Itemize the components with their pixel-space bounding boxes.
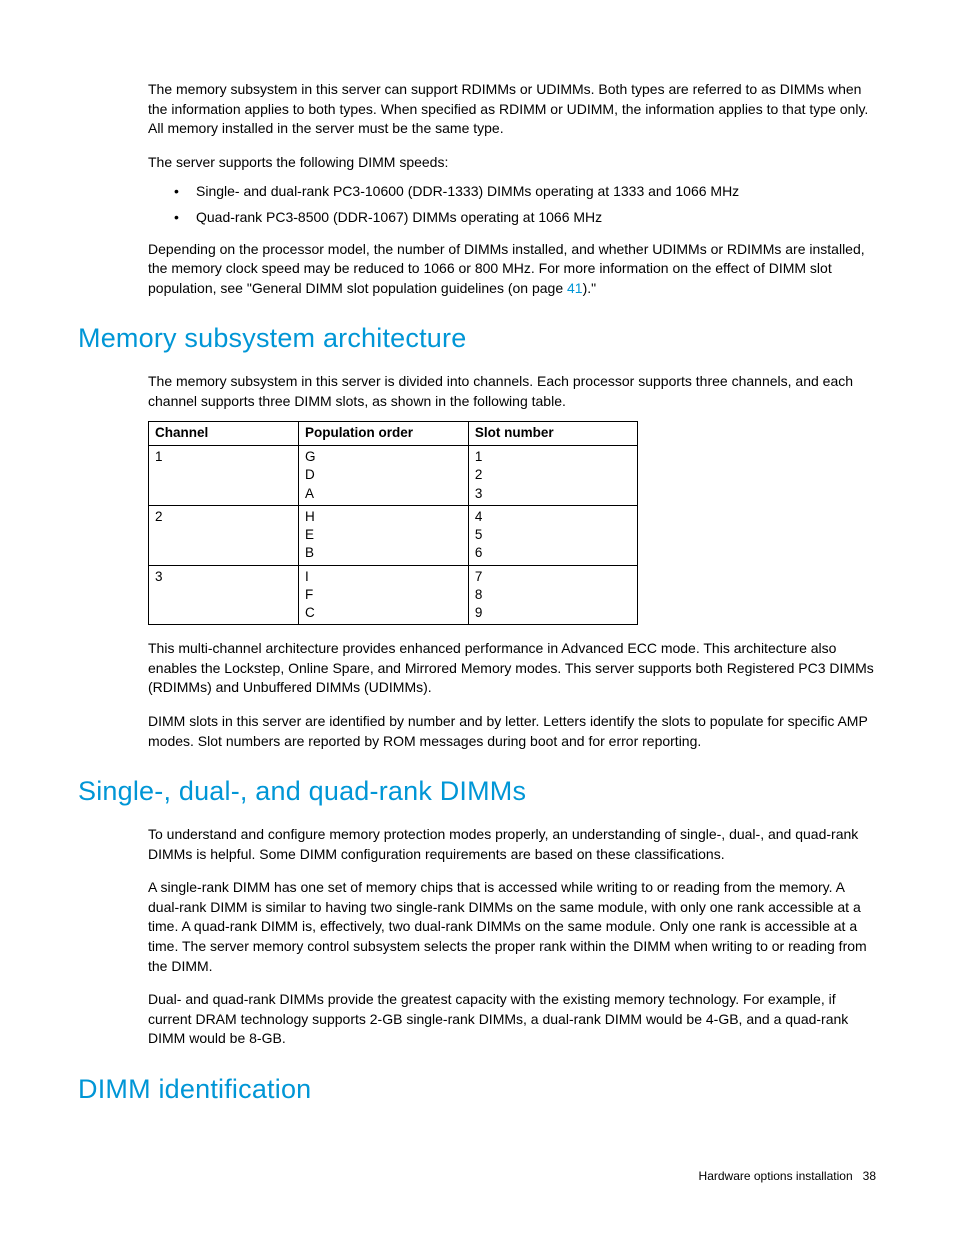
text-run: )." (583, 280, 597, 296)
heading-dimm-identification: DIMM identification (78, 1071, 876, 1109)
section1-paragraph-3: DIMM slots in this server are identified… (148, 712, 876, 751)
table-cell: HEB (298, 505, 468, 565)
heading-memory-subsystem-architecture: Memory subsystem architecture (78, 320, 876, 358)
table-cell: 123 (468, 446, 637, 506)
intro-paragraph-2: The server supports the following DIMM s… (148, 153, 876, 173)
section2-paragraph-2: A single-rank DIMM has one set of memory… (148, 878, 876, 976)
intro-paragraph-3: Depending on the processor model, the nu… (148, 240, 876, 299)
table-row: 3 IFC 789 (149, 565, 638, 625)
list-item: Single- and dual-rank PC3-10600 (DDR-133… (196, 182, 876, 202)
table-cell: GDA (298, 446, 468, 506)
heading-single-dual-quad-rank-dimms: Single-, dual-, and quad-rank DIMMs (78, 773, 876, 811)
table-cell: 1 (149, 446, 299, 506)
table-header: Population order (298, 422, 468, 446)
page-link[interactable]: 41 (567, 280, 583, 296)
section1-paragraph-1: The memory subsystem in this server is d… (148, 372, 876, 411)
table-header-row: Channel Population order Slot number (149, 422, 638, 446)
intro-paragraph-1: The memory subsystem in this server can … (148, 80, 876, 139)
table-cell: 3 (149, 565, 299, 625)
section2-paragraph-3: Dual- and quad-rank DIMMs provide the gr… (148, 990, 876, 1049)
footer-section: Hardware options installation (699, 1169, 853, 1183)
footer-page-number: 38 (863, 1169, 876, 1183)
table-cell: 789 (468, 565, 637, 625)
section2-paragraph-1: To understand and configure memory prote… (148, 825, 876, 864)
table-header: Channel (149, 422, 299, 446)
channel-population-table: Channel Population order Slot number 1 G… (148, 421, 638, 625)
table-header: Slot number (468, 422, 637, 446)
list-item: Quad-rank PC3-8500 (DDR-1067) DIMMs oper… (196, 208, 876, 228)
page-footer: Hardware options installation 38 (699, 1168, 876, 1185)
table-row: 2 HEB 456 (149, 505, 638, 565)
table-cell: 2 (149, 505, 299, 565)
table-cell: IFC (298, 565, 468, 625)
table-cell: 456 (468, 505, 637, 565)
table-row: 1 GDA 123 (149, 446, 638, 506)
text-run: Depending on the processor model, the nu… (148, 241, 865, 296)
dimm-speeds-list: Single- and dual-rank PC3-10600 (DDR-133… (148, 182, 876, 227)
section1-paragraph-2: This multi-channel architecture provides… (148, 639, 876, 698)
